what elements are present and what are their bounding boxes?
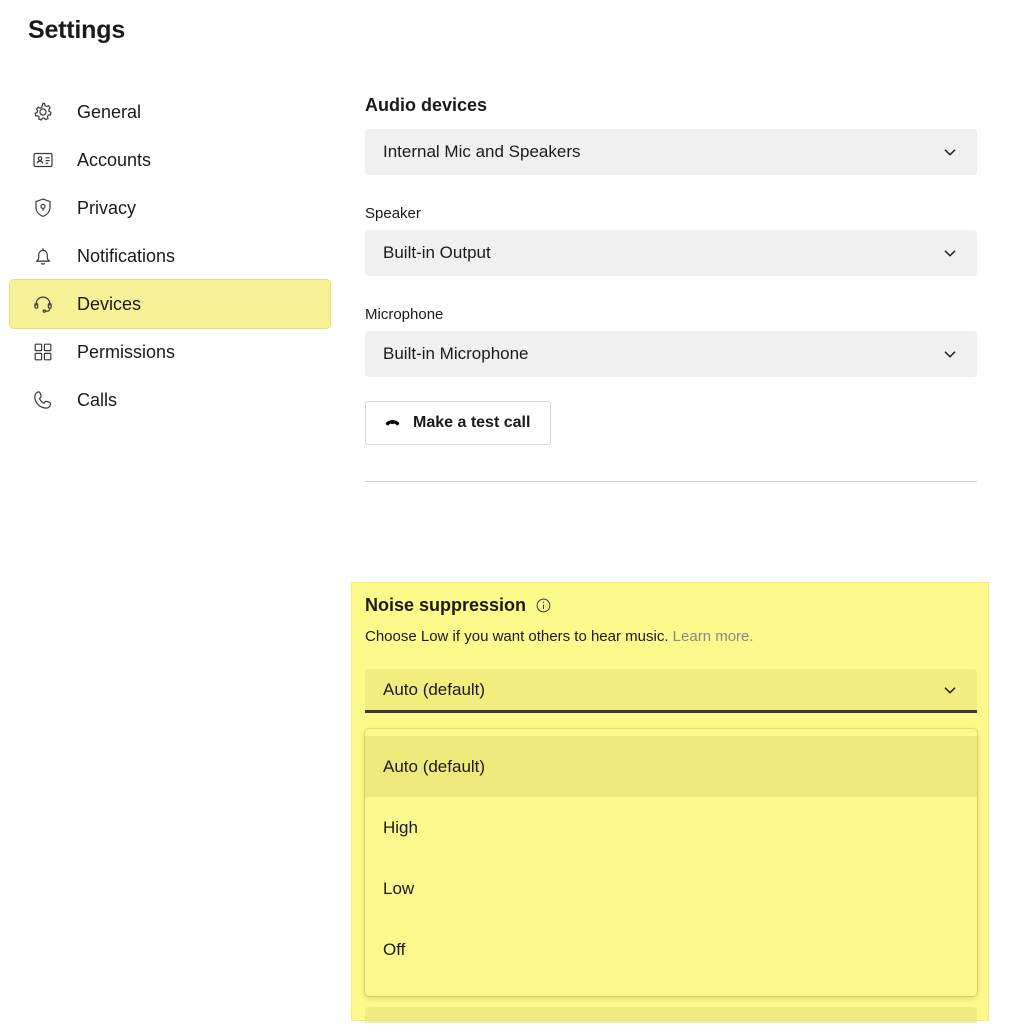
option-high[interactable]: High xyxy=(365,797,977,858)
noise-suppression-value: Auto (default) xyxy=(383,680,939,700)
info-circle-icon[interactable] xyxy=(534,597,552,615)
settings-sidebar: General Accounts Privacy xyxy=(0,88,340,424)
chevron-down-icon[interactable] xyxy=(939,679,961,701)
speaker-value: Built-in Output xyxy=(383,243,939,263)
noise-suppression-description-text: Choose Low if you want others to hear mu… xyxy=(365,628,669,645)
noise-suppression-combobox[interactable]: Auto (default) xyxy=(365,669,977,713)
option-auto-default[interactable]: Auto (default) xyxy=(365,736,977,797)
learn-more-link[interactable]: Learn more. xyxy=(673,628,754,645)
sidebar-item-label: Calls xyxy=(77,391,117,409)
grid-squares-icon xyxy=(30,339,56,365)
section-divider xyxy=(365,481,977,482)
option-label: Auto (default) xyxy=(383,757,485,777)
chevron-down-icon[interactable] xyxy=(939,343,961,365)
phone-icon xyxy=(30,387,56,413)
audio-device-value: Internal Mic and Speakers xyxy=(383,142,939,162)
audio-device-combobox[interactable]: Internal Mic and Speakers xyxy=(365,129,977,175)
noise-suppression-options-list[interactable]: Auto (default) High Low Off xyxy=(365,729,977,996)
chevron-down-icon[interactable] xyxy=(939,141,961,163)
gear-icon xyxy=(30,99,56,125)
noise-suppression-description: Choose Low if you want others to hear mu… xyxy=(365,628,977,645)
noise-suppression-section: Noise suppression Choose Low if you want… xyxy=(352,583,988,1020)
microphone-label: Microphone xyxy=(365,306,977,323)
sidebar-item-calls[interactable]: Calls xyxy=(10,376,330,424)
option-label: High xyxy=(383,818,418,838)
id-card-icon xyxy=(30,147,56,173)
sidebar-item-label: Permissions xyxy=(77,343,175,361)
phone-receiver-icon xyxy=(383,414,402,433)
headset-icon xyxy=(30,291,56,317)
make-test-call-label: Make a test call xyxy=(413,414,530,432)
microphone-value: Built-in Microphone xyxy=(383,344,939,364)
bell-icon xyxy=(30,243,56,269)
option-label: Off xyxy=(383,940,405,960)
speaker-label: Speaker xyxy=(365,205,977,222)
option-off[interactable]: Off xyxy=(365,919,977,980)
sidebar-item-general[interactable]: General xyxy=(10,88,330,136)
sidebar-item-label: General xyxy=(77,103,141,121)
shield-lock-icon xyxy=(30,195,56,221)
speaker-combobox[interactable]: Built-in Output xyxy=(365,230,977,276)
settings-window: Settings General Accounts xyxy=(0,0,1010,1036)
chevron-down-icon[interactable] xyxy=(939,242,961,264)
noise-suppression-heading-row: Noise suppression xyxy=(365,595,977,616)
page-title: Settings xyxy=(28,16,125,45)
partially-visible-field-below[interactable] xyxy=(365,1007,977,1023)
sidebar-item-permissions[interactable]: Permissions xyxy=(10,328,330,376)
option-label: Low xyxy=(383,879,414,899)
microphone-combobox[interactable]: Built-in Microphone xyxy=(365,331,977,377)
devices-settings-panel: Audio devices Internal Mic and Speakers … xyxy=(365,95,977,482)
make-test-call-button[interactable]: Make a test call xyxy=(365,401,551,445)
noise-suppression-header-group: Noise suppression Choose Low if you want… xyxy=(365,595,977,713)
noise-suppression-heading: Noise suppression xyxy=(365,595,526,616)
sidebar-item-label: Accounts xyxy=(77,151,151,169)
sidebar-item-notifications[interactable]: Notifications xyxy=(10,232,330,280)
sidebar-item-devices[interactable]: Devices xyxy=(10,280,330,328)
sidebar-item-label: Devices xyxy=(77,295,141,313)
option-low[interactable]: Low xyxy=(365,858,977,919)
sidebar-item-privacy[interactable]: Privacy xyxy=(10,184,330,232)
sidebar-item-accounts[interactable]: Accounts xyxy=(10,136,330,184)
sidebar-item-label: Privacy xyxy=(77,199,136,217)
sidebar-item-label: Notifications xyxy=(77,247,175,265)
audio-devices-heading: Audio devices xyxy=(365,95,977,116)
